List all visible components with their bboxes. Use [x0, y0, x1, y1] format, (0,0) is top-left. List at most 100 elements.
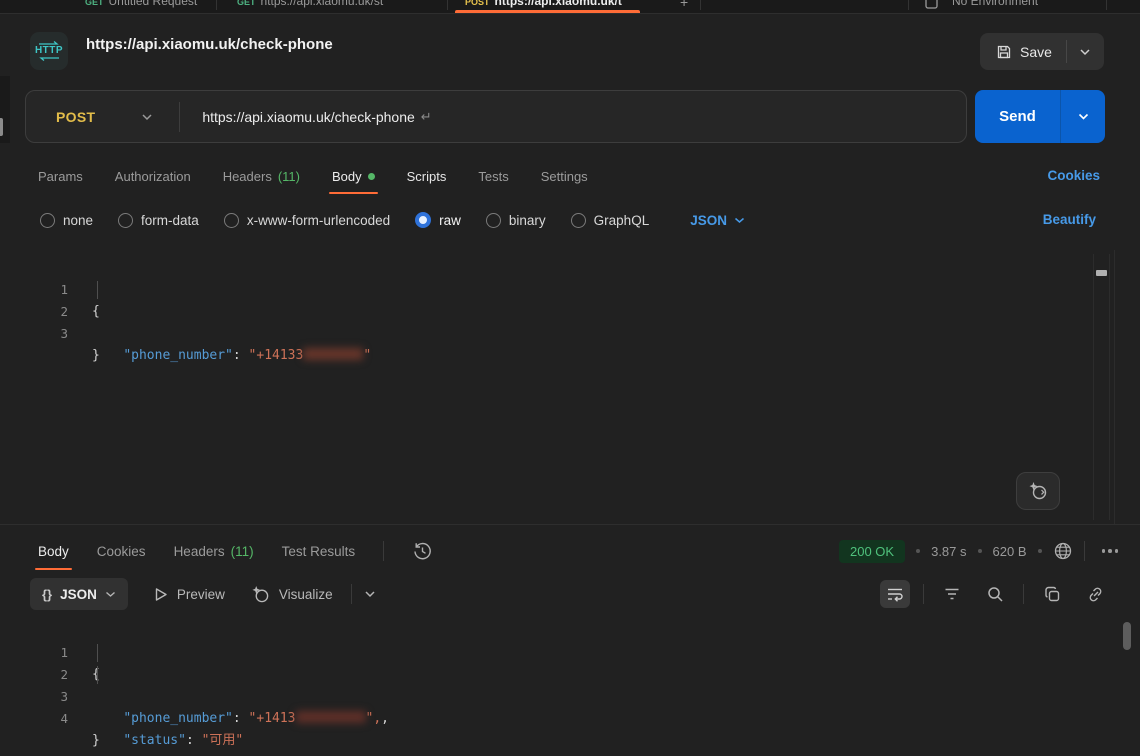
- response-history-button[interactable]: [412, 541, 433, 562]
- response-tab-cookies[interactable]: Cookies: [97, 532, 146, 570]
- visualize-button[interactable]: Visualize: [251, 585, 333, 604]
- editor-scrollbar[interactable]: [1093, 254, 1110, 520]
- send-options-button[interactable]: [1061, 90, 1105, 143]
- tab-divider: [447, 0, 448, 10]
- divider: [351, 584, 352, 604]
- tab-headers[interactable]: Headers(11): [223, 157, 300, 195]
- method-selector-button[interactable]: [141, 113, 153, 121]
- mode-form-data[interactable]: form-data: [118, 213, 199, 228]
- request-tabs: Params Authorization Headers(11) Body Sc…: [38, 157, 1104, 195]
- save-icon: [996, 44, 1012, 60]
- mode-raw[interactable]: raw: [415, 212, 461, 228]
- response-right-tools: [880, 580, 1110, 608]
- mode-none[interactable]: none: [40, 213, 93, 228]
- indent-guide: [97, 644, 98, 662]
- mode-binary[interactable]: binary: [486, 213, 546, 228]
- environment-selector[interactable]: No Environment: [952, 0, 1038, 8]
- environment-box-icon[interactable]: [925, 0, 939, 10]
- tab-body[interactable]: Body: [332, 157, 375, 195]
- search-response-button[interactable]: [980, 580, 1010, 608]
- json-key: "phone_number": [123, 348, 233, 363]
- tab-request-active[interactable]: POSThttps://api.xiaomu.uk/t: [465, 0, 622, 8]
- code-line: 1 {: [25, 257, 1072, 279]
- tab-authorization[interactable]: Authorization: [115, 157, 191, 195]
- dot-separator: [978, 549, 982, 553]
- filter-button[interactable]: [937, 580, 967, 608]
- divider: [383, 541, 384, 561]
- redacted-phone-digits: [296, 711, 366, 723]
- cookies-link[interactable]: Cookies: [1047, 157, 1100, 195]
- workspace-tab-bar: GETUntitled Request GEThttps://api.xiaom…: [0, 0, 1140, 14]
- code-line: 3 "status": "可用": [25, 664, 1112, 686]
- mode-graphql[interactable]: GraphQL: [571, 213, 650, 228]
- response-toolbar: {} JSON Preview Visualize: [30, 577, 1110, 611]
- postbot-ai-button[interactable]: [1016, 472, 1060, 510]
- scrollbar-thumb[interactable]: [1096, 270, 1107, 276]
- braces-icon: {}: [42, 587, 52, 602]
- share-link-button[interactable]: [1080, 580, 1110, 608]
- request-title: https://api.xiaomu.uk/check-phone: [86, 14, 333, 76]
- radio-selected-icon: [415, 212, 431, 228]
- tab-divider: [216, 0, 217, 10]
- beautify-link[interactable]: Beautify: [1043, 202, 1096, 238]
- word-wrap-icon: [886, 586, 904, 602]
- method-url-divider: [179, 102, 180, 132]
- response-format-dropdown[interactable]: {} JSON: [30, 578, 128, 610]
- save-button[interactable]: Save: [980, 33, 1066, 70]
- copy-icon: [1044, 586, 1061, 603]
- code-line: 3 }: [25, 301, 1072, 323]
- tab-settings[interactable]: Settings: [541, 157, 588, 195]
- response-tab-body[interactable]: Body: [38, 532, 69, 570]
- request-body-editor[interactable]: 1 { 2 "phone_number": "+14133" 3 }: [25, 250, 1112, 524]
- send-split-button: Send: [975, 90, 1105, 143]
- url-input[interactable]: https://api.xiaomu.uk/check-phone: [202, 109, 414, 125]
- more-actions-button[interactable]: [1096, 549, 1125, 553]
- body-mode-row: none form-data x-www-form-urlencoded raw…: [40, 202, 1104, 238]
- history-clock-icon: [412, 541, 433, 562]
- chevron-down-icon[interactable]: [364, 590, 376, 598]
- radio-icon: [486, 213, 501, 228]
- status-badge[interactable]: 200 OK: [839, 540, 905, 563]
- word-wrap-toggle[interactable]: [880, 580, 910, 608]
- response-tab-headers[interactable]: Headers(11): [174, 532, 254, 570]
- indent-guide: [97, 281, 98, 299]
- body-language-dropdown[interactable]: JSON: [690, 213, 745, 228]
- response-tab-test-results[interactable]: Test Results: [282, 532, 356, 570]
- chevron-down-icon: [105, 591, 116, 598]
- link-icon: [1087, 586, 1104, 603]
- response-section-divider: [0, 524, 1140, 525]
- json-key: "status": [123, 733, 186, 748]
- preview-button[interactable]: Preview: [154, 587, 225, 602]
- json-key: "phone_number": [123, 711, 233, 726]
- copy-response-button[interactable]: [1037, 580, 1067, 608]
- network-globe-icon[interactable]: [1053, 541, 1073, 561]
- json-value: "+1413: [249, 711, 296, 726]
- response-time[interactable]: 3.87 s: [931, 544, 966, 559]
- url-return-glyph: ↵: [421, 109, 432, 125]
- code-line: 2 "phone_number": "+14133": [25, 279, 1072, 301]
- mode-x-www-form-urlencoded[interactable]: x-www-form-urlencoded: [224, 213, 390, 228]
- tab-scripts[interactable]: Scripts: [407, 157, 447, 195]
- new-tab-button[interactable]: +: [680, 0, 688, 10]
- response-scrollbar-thumb[interactable]: [1123, 622, 1131, 650]
- tab-method-post: POST: [465, 0, 490, 7]
- tab-tests[interactable]: Tests: [478, 157, 508, 195]
- redacted-phone-digits: [303, 348, 363, 360]
- tab-request-2[interactable]: GEThttps://api.xiaomu.uk/st: [237, 0, 383, 8]
- send-button[interactable]: Send: [975, 90, 1060, 143]
- code-line: 2 "phone_number": "+1413",,: [25, 642, 1112, 664]
- divider: [1084, 541, 1085, 561]
- body-modified-dot: [368, 173, 375, 180]
- tab-params[interactable]: Params: [38, 157, 83, 195]
- divider: [923, 584, 924, 604]
- save-options-button[interactable]: [1067, 33, 1103, 70]
- response-size[interactable]: 620 B: [993, 544, 1027, 559]
- editor-right-border: [1114, 250, 1115, 524]
- method-selector-value[interactable]: POST: [56, 109, 95, 125]
- tab-untitled-request[interactable]: GETUntitled Request: [85, 0, 197, 8]
- json-value: "+14133: [249, 348, 304, 363]
- search-icon: [987, 586, 1004, 603]
- chevron-down-icon: [1079, 48, 1091, 56]
- response-body-editor[interactable]: 1 { 2 "phone_number": "+1413",, 3 "statu…: [25, 620, 1112, 756]
- code-line: 4 }: [25, 686, 1112, 708]
